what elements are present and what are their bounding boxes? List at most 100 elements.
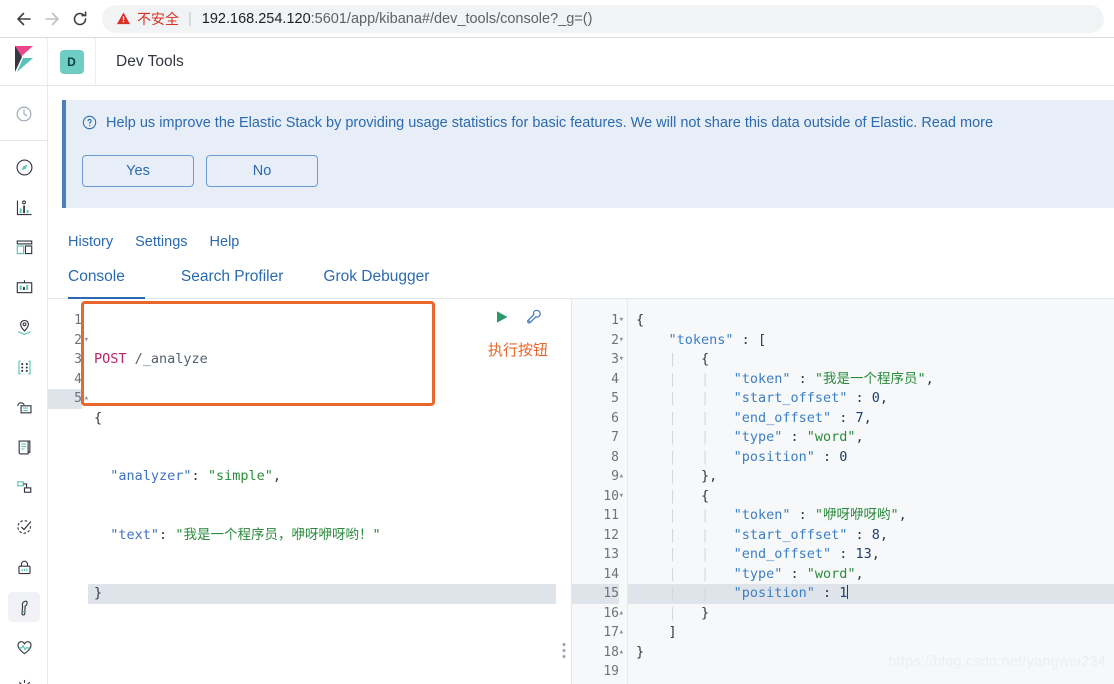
back-button[interactable]	[10, 5, 38, 33]
sidebar-item-infrastructure[interactable]	[0, 387, 48, 427]
canvas-icon	[8, 272, 40, 302]
code-line: "tokens" : [	[668, 331, 767, 348]
uptime-check-icon	[8, 512, 40, 542]
gutter-line: ▴ 5	[48, 389, 89, 409]
run-button-annotation: 执行按钮	[487, 342, 548, 359]
code-line: }	[636, 643, 645, 660]
code-line: | {	[668, 351, 710, 367]
sidebar-item-siem[interactable]	[0, 547, 48, 587]
sidebar-item-discover[interactable]	[0, 147, 48, 187]
question-circle-icon	[82, 115, 97, 135]
apm-icon	[8, 472, 40, 502]
browser-toolbar: 不安全 | 192.168.254.120:5601/app/kibana#/d…	[0, 0, 1114, 38]
fold-toggle-icon[interactable]: ▾	[619, 311, 624, 331]
code-line: }	[88, 584, 556, 604]
code-line: | | "position" : 0	[668, 448, 848, 465]
gutter-line: 4	[74, 371, 82, 387]
gutter-line: ▾ 10	[572, 487, 624, 507]
fold-toggle-icon[interactable]: ▴	[619, 467, 624, 487]
sidebar-item-dev-tools[interactable]	[0, 587, 48, 627]
warning-triangle-icon	[116, 11, 131, 26]
sidebar-item-maps[interactable]	[0, 307, 48, 347]
tab-search-profiler[interactable]: Search Profiler	[161, 268, 304, 299]
gear-icon	[8, 672, 40, 684]
ml-nodes-icon	[8, 352, 40, 382]
gutter-line: 12	[603, 527, 619, 543]
gutter-line: ▴ 17	[572, 623, 624, 643]
bar-chart-icon	[8, 192, 40, 222]
wrench-icon[interactable]	[525, 308, 543, 330]
sidebar-divider	[0, 140, 47, 141]
gutter-line: ▴ 18	[572, 643, 624, 663]
resize-grip-icon	[562, 643, 565, 658]
app-body: Help us improve the Elastic Stack by pro…	[0, 86, 1114, 684]
gutter-line: 13	[603, 547, 619, 562]
code-line: | },	[668, 468, 718, 484]
telemetry-banner: Help us improve the Elastic Stack by pro…	[62, 100, 1114, 208]
lock-icon	[8, 552, 40, 582]
gutter-line: 1	[74, 313, 82, 328]
fold-toggle-icon[interactable]: ▾	[619, 350, 624, 370]
code-line: | | "token" : "咿呀咿呀哟",	[668, 507, 907, 523]
wrench-icon	[8, 592, 40, 622]
request-actions: 执行按钮	[473, 307, 563, 360]
gutter-line: 7	[611, 430, 619, 445]
telemetry-yes-button[interactable]: Yes	[82, 155, 194, 187]
url-host: 192.168.254.120	[201, 10, 311, 27]
sidebar-item-apm[interactable]	[0, 467, 48, 507]
sidebar-item-visualize[interactable]	[0, 187, 48, 227]
omnibox-divider: |	[188, 10, 192, 27]
heart-pulse-icon	[8, 632, 40, 662]
sidebar-item-management[interactable]	[0, 667, 48, 684]
gutter-line: ▾ 1	[572, 311, 624, 331]
fold-toggle-icon[interactable]: ▾	[619, 487, 624, 507]
link-settings[interactable]: Settings	[135, 234, 187, 250]
dashboard-icon	[8, 232, 40, 262]
tab-grok-debugger[interactable]: Grok Debugger	[303, 268, 449, 299]
code-line: | }	[668, 604, 710, 621]
code-line: {	[636, 312, 645, 328]
reload-button[interactable]	[66, 5, 94, 33]
kibana-logo-icon	[13, 46, 35, 77]
link-help[interactable]: Help	[210, 234, 240, 250]
kibana-home-button[interactable]	[0, 38, 48, 85]
fold-toggle-icon[interactable]: ▴	[619, 623, 624, 643]
panel-resizer[interactable]	[556, 299, 572, 684]
url-path: :5601/app/kibana#/dev_tools/console?_g=(…	[310, 10, 593, 27]
forward-button[interactable]	[38, 5, 66, 33]
link-history[interactable]: History	[68, 234, 113, 250]
gutter-line: 3	[74, 352, 82, 367]
request-editor[interactable]: 1 ▾ 2 3 4 ▴ 5 POST /_analyze { "analyzer":…	[48, 299, 556, 684]
code-line: | | "type" : "word",	[668, 565, 864, 582]
code-line: | | "token" : "我是一个程序员",	[668, 370, 934, 387]
fold-toggle-icon[interactable]: ▴	[619, 643, 624, 663]
sidebar-item-uptime[interactable]	[0, 507, 48, 547]
app-badge-letter: D	[59, 49, 84, 74]
logs-document-icon	[8, 432, 40, 462]
gutter-line: 14	[603, 566, 619, 582]
tab-console[interactable]: Console	[68, 268, 145, 299]
console-nav-links: History Settings Help	[48, 208, 1114, 250]
gutter-line: ▾ 3	[572, 350, 624, 370]
sidebar-item-recently-viewed[interactable]	[0, 94, 48, 134]
response-panel[interactable]: ▾ 1 ▾ 2 ▾ 3 4 5 6 7 8 ▴ 9 ▾ 10 11 12 13 14 15 ▴ 16 ▴ 17 ▴ 18 19 { …	[572, 299, 1114, 684]
sidebar-item-logs[interactable]	[0, 427, 48, 467]
fold-toggle-icon[interactable]: ▴	[619, 604, 624, 624]
fold-toggle-icon[interactable]: ▾	[619, 331, 624, 351]
sidebar-item-machine-learning[interactable]	[0, 347, 48, 387]
sidebar-item-dashboard[interactable]	[0, 227, 48, 267]
gutter-line: 4	[611, 371, 619, 387]
compass-icon	[8, 152, 40, 182]
arrow-left-icon	[14, 9, 34, 29]
gutter-line: 8	[611, 449, 619, 465]
gutter-line: ▾ 2	[48, 331, 89, 351]
sidebar-item-monitoring[interactable]	[0, 627, 48, 667]
telemetry-no-button[interactable]: No	[206, 155, 318, 187]
play-triangle-icon[interactable]	[493, 308, 511, 330]
gutter-line: 5	[611, 391, 619, 406]
address-bar[interactable]: 不安全 | 192.168.254.120:5601/app/kibana#/d…	[102, 4, 1104, 33]
sidebar-item-canvas[interactable]	[0, 267, 48, 307]
code-line: | | "end_offset" : 7,	[668, 409, 872, 426]
code-line: | {	[668, 487, 710, 504]
response-code[interactable]: { "tokens" : [ | { | | "token" : "我是一个程序…	[628, 299, 1114, 684]
